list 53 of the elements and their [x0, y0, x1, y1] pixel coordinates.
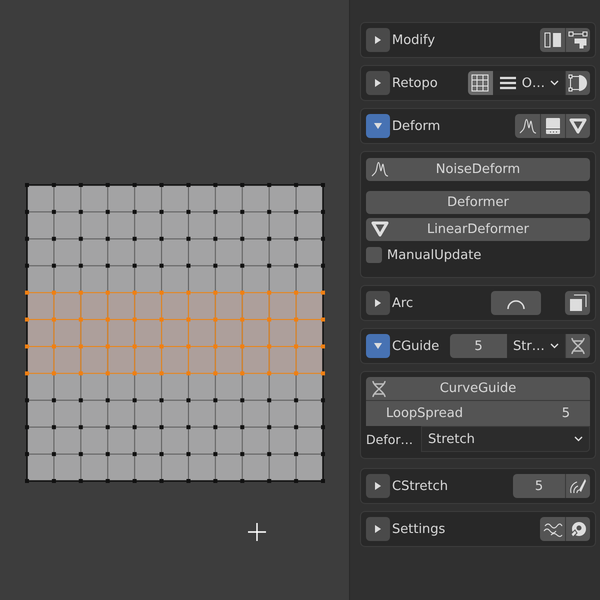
expand-toggle[interactable] [366, 517, 390, 541]
checkbox[interactable] [366, 247, 382, 263]
deformer-dropdown[interactable]: Stretch [421, 426, 590, 452]
expand-toggle[interactable] [366, 291, 390, 315]
node-graph-icon[interactable] [565, 28, 590, 52]
caret-icon [373, 481, 383, 491]
expand-toggle[interactable] [366, 28, 390, 52]
noise-deform-button[interactable]: NoiseDeform [366, 158, 590, 181]
helix-icon[interactable] [565, 334, 590, 358]
chevron-down-icon [550, 343, 559, 349]
caret-icon [373, 341, 383, 351]
wave-icon[interactable] [515, 114, 540, 138]
brush-icon[interactable] [565, 474, 590, 498]
panel-title: Modify [392, 32, 436, 48]
expand-toggle[interactable] [366, 474, 390, 498]
expand-toggle[interactable] [366, 334, 390, 358]
curve-guide-button[interactable]: CurveGuide [366, 377, 590, 401]
cube-icon[interactable] [565, 291, 590, 315]
field-label: Defor… [366, 432, 414, 446]
caret-icon [373, 78, 383, 88]
bridge-icon[interactable] [565, 71, 590, 95]
columns-icon[interactable] [540, 28, 565, 52]
caret-icon [373, 524, 383, 534]
caret-icon [373, 121, 383, 131]
panel-title: Arc [392, 296, 414, 310]
list-icon [498, 76, 517, 90]
caret-icon [373, 298, 383, 308]
panel-title: Deform [392, 118, 442, 134]
triangle-icon [371, 221, 389, 237]
expand-toggle[interactable] [366, 71, 390, 95]
panel-title: CGuide [392, 338, 440, 354]
loop-spread-field[interactable]: LoopSpread 5 [366, 401, 590, 426]
panel-title: Settings [392, 522, 446, 536]
helix-icon [371, 380, 387, 398]
grid-toggle-icon[interactable] [468, 71, 493, 95]
checkbox-label: ManualUpdate [387, 248, 482, 262]
count-field[interactable]: 5 [513, 474, 565, 498]
waves-icon[interactable] [540, 517, 565, 541]
panel-title: Retopo [392, 76, 439, 90]
expand-toggle[interactable] [366, 114, 390, 138]
wave-icon [371, 161, 389, 177]
chevron-down-icon [550, 80, 559, 86]
linear-deformer-button[interactable]: LinearDeformer [366, 218, 590, 241]
crosshair-cursor-icon [248, 523, 266, 541]
arc-icon[interactable] [491, 291, 541, 315]
caret-icon [373, 35, 383, 45]
count-field[interactable]: 5 [450, 334, 507, 358]
mode-dropdown[interactable]: O… [492, 71, 565, 95]
deformer-button[interactable]: Deformer [366, 191, 590, 214]
chevron-down-icon [574, 436, 583, 442]
storage-icon[interactable] [540, 114, 565, 138]
panel-title: CStretch [392, 478, 449, 494]
mode-dropdown[interactable]: Str… [507, 334, 565, 358]
